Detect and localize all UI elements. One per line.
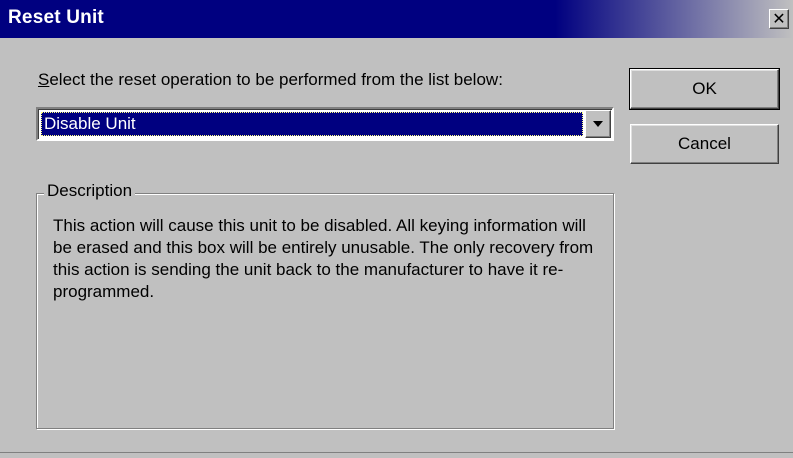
accelerator-key: S — [38, 70, 50, 89]
title-bar[interactable]: Reset Unit ✕ — [0, 0, 793, 38]
reset-unit-dialog: Reset Unit ✕ Select the reset operation … — [0, 0, 793, 458]
close-button[interactable]: ✕ — [769, 9, 789, 29]
bottom-edge — [0, 452, 793, 453]
description-legend: Description — [44, 181, 136, 201]
cancel-button[interactable]: Cancel — [630, 124, 779, 164]
close-icon: ✕ — [772, 9, 786, 28]
ok-button[interactable]: OK — [629, 68, 780, 110]
chevron-down-icon — [593, 121, 603, 127]
prompt-text: elect the reset operation to be performe… — [49, 70, 503, 89]
dropdown-button[interactable] — [585, 110, 611, 138]
selected-operation[interactable]: Disable Unit — [41, 112, 583, 136]
reset-operation-dropdown[interactable]: Disable Unit — [36, 107, 614, 141]
description-text: This action will cause this unit to be d… — [53, 216, 594, 301]
reset-operation-label: Select the reset operation to be perform… — [38, 70, 503, 90]
window-title: Reset Unit — [8, 7, 104, 28]
